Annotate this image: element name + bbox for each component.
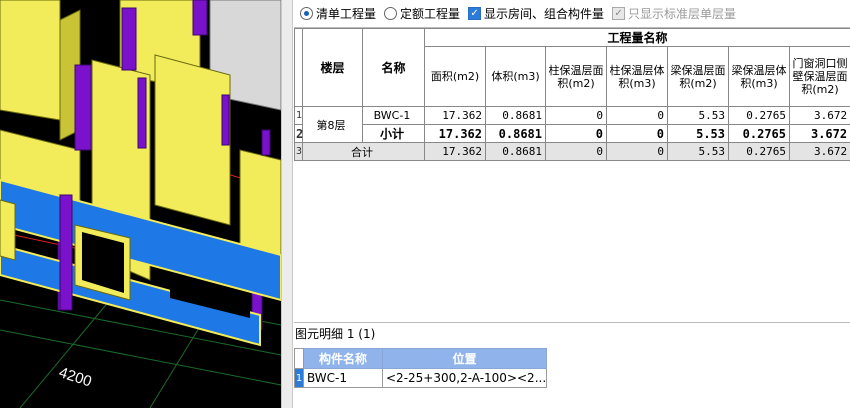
header-volume: 体积(m3) (485, 46, 546, 107)
cell-floor: 第8层 (302, 106, 363, 143)
cell-component-name: BWC-1 (303, 368, 383, 388)
checkbox-show-rooms[interactable]: ✓ 显示房间、组合构件量 (468, 5, 604, 22)
detail-table: 构件名称 位置 1 BWC-1 <2-25+300,2-A-100><2... (294, 348, 547, 388)
header-beam-insul-volume: 梁保温层体积(m3) (728, 46, 790, 107)
cell-value: 0.8681 (485, 124, 546, 143)
cell-value: 0 (606, 106, 668, 125)
quantity-table-panel: 楼层 名称 工程量名称 面积(m2) 体积(m3) 柱保温层面积(m2) 柱保温… (294, 27, 850, 321)
cell-value: 3.672 (788, 142, 850, 161)
cell-value: 0.8681 (485, 142, 546, 161)
cell-value: 0.2765 (728, 142, 790, 161)
header-component-name[interactable]: 构件名称 (303, 348, 383, 369)
header-position[interactable]: 位置 (382, 348, 547, 369)
checkbox-standard-floor: ✓ 只显示标准层单层量 (612, 5, 736, 22)
header-beam-insul-area: 梁保温层面积(m2) (667, 46, 729, 107)
radio-bill-quantity[interactable]: 清单工程量 (300, 5, 376, 22)
cell-value: 0 (606, 142, 668, 161)
radio-unchecked-icon (384, 6, 398, 20)
cell-value: 17.362 (424, 142, 486, 161)
radio-quota-quantity[interactable]: 定额工程量 (384, 5, 460, 22)
cell-total-label: 合计 (302, 142, 425, 161)
cell-value: 17.362 (424, 106, 486, 125)
panel-splitter[interactable] (281, 0, 293, 408)
detail-table-panel: 构件名称 位置 1 BWC-1 <2-25+300,2-A-100><2... (294, 348, 547, 388)
cell-value: 0.2765 (728, 124, 790, 143)
cell-value: 0 (545, 106, 607, 125)
cell-name: BWC-1 (362, 106, 425, 125)
detail-row-number-header (294, 348, 304, 369)
header-floor: 楼层 (302, 28, 363, 107)
3d-viewport[interactable]: 4200 (0, 0, 281, 408)
cell-position: <2-25+300,2-A-100><2... (382, 368, 547, 388)
3d-model-canvas[interactable] (0, 0, 281, 408)
row-number: 1 (294, 106, 303, 125)
header-name: 名称 (362, 28, 425, 107)
quantity-table: 楼层 名称 工程量名称 面积(m2) 体积(m3) 柱保温层面积(m2) 柱保温… (294, 28, 850, 161)
cell-value: 0 (606, 124, 668, 143)
header-column-insul-volume: 柱保温层体积(m3) (606, 46, 668, 107)
header-area: 面积(m2) (424, 46, 486, 107)
cell-value: 5.53 (667, 106, 729, 125)
row-number: 2 (294, 124, 304, 143)
detail-panel-title: 图元明细 1 (1) (294, 322, 850, 344)
cell-value: 17.362 (424, 124, 486, 143)
checkbox-checked-icon: ✓ (468, 6, 482, 20)
header-column-insul-area: 柱保温层面积(m2) (545, 46, 607, 107)
row-number: 3 (294, 142, 303, 161)
detail-row[interactable]: 1 BWC-1 <2-25+300,2-A-100><2... (294, 368, 547, 388)
options-bar: 清单工程量 定额工程量 ✓ 显示房间、组合构件量 ✓ 只显示标准层单层量 (294, 0, 850, 26)
row-number-header (294, 28, 303, 107)
cell-value: 5.53 (667, 124, 729, 143)
cell-name: 小计 (362, 124, 425, 143)
table-row[interactable]: 1 第8层 BWC-1 17.362 0.8681 0 0 5.53 0.276… (294, 106, 850, 143)
header-opening-insul-area: 门窗洞口侧壁保温层面积(m2) (788, 46, 850, 107)
checkbox-disabled-icon: ✓ (612, 6, 626, 20)
cell-value: 0 (545, 124, 607, 143)
radio-checked-icon (300, 6, 313, 20)
cell-value: 0 (545, 142, 607, 161)
cell-value: 0.8681 (485, 106, 546, 125)
table-row-subtotal[interactable]: 2 小计 17.362 0.8681 0 0 5.53 0.2765 3.672 (294, 124, 850, 143)
cell-value: 5.53 (667, 142, 729, 161)
table-row-total[interactable]: 3 合计 17.362 0.8681 0 0 5.53 0.2765 3.672 (294, 142, 850, 161)
cell-value: 0.2765 (728, 106, 790, 125)
header-quantity-group: 工程量名称 (423, 28, 850, 47)
cell-value: 3.672 (788, 124, 850, 143)
row-number: 1 (294, 368, 304, 388)
cell-value: 3.672 (788, 106, 850, 125)
